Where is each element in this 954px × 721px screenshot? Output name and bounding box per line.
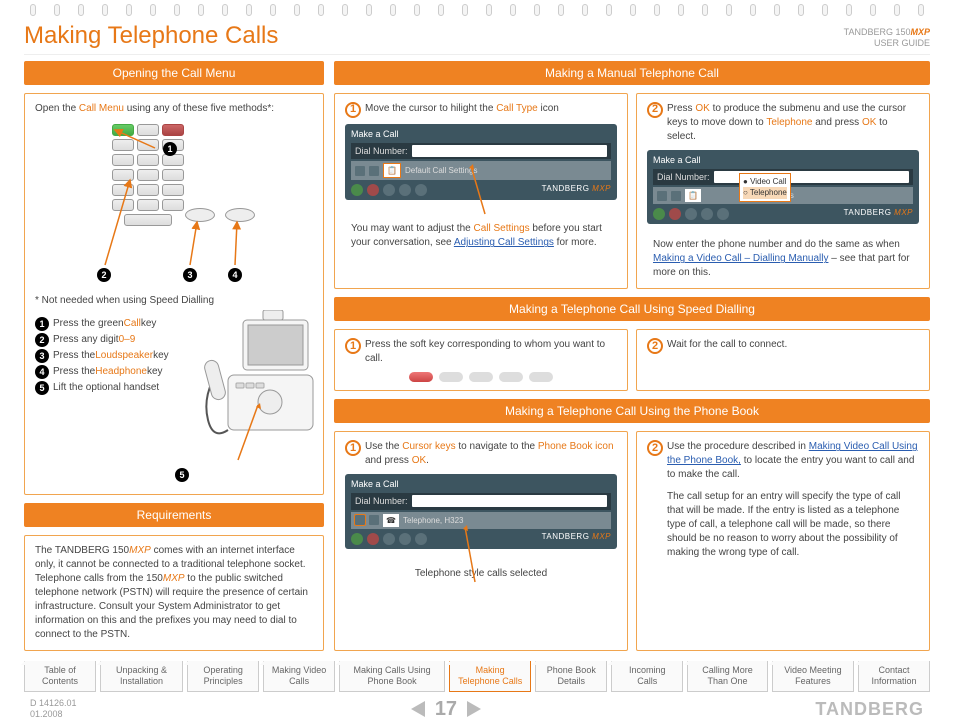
requirements-box: The TANDBERG 150MXP comes with an intern… xyxy=(24,535,324,651)
section-phone-book: Making a Telephone Call Using the Phone … xyxy=(334,399,930,423)
tab-phonebook-details[interactable]: Phone Book Details xyxy=(535,661,607,692)
tab-toc[interactable]: Table of Contents xyxy=(24,661,96,692)
section-speed-dial: Making a Telephone Call Using Speed Dial… xyxy=(334,297,930,321)
manual-step-1: 1Move the cursor to hilight the Call Typ… xyxy=(334,93,628,289)
guide-label: TANDBERG 150MXP USER GUIDE xyxy=(844,27,930,50)
nav-tabs: Table of Contents Unpacking & Installati… xyxy=(24,661,930,692)
tab-unpacking[interactable]: Unpacking & Installation xyxy=(100,661,183,692)
page-number: 17 xyxy=(435,698,457,721)
tab-telephone-calls[interactable]: Making Telephone Calls xyxy=(449,661,531,692)
manual-step-2: 2Press OK to produce the submenu and use… xyxy=(636,93,930,289)
section-open-call-menu: Opening the Call Menu xyxy=(24,61,324,85)
speed-step-1: 1Press the soft key corresponding to who… xyxy=(334,329,628,391)
open-call-menu-box: Open the Call Menu using any of these fi… xyxy=(24,93,324,495)
call-screen-1: Make a Call Dial Number: 📋Default Call S… xyxy=(345,124,617,200)
caption-telephone-selected: Telephone style calls selected xyxy=(345,567,617,581)
next-page-arrow[interactable] xyxy=(467,701,481,717)
tab-contact[interactable]: Contact Information xyxy=(858,661,930,692)
tab-operating[interactable]: Operating Principles xyxy=(187,661,259,692)
section-requirements: Requirements xyxy=(24,503,324,527)
keypad-diagram: 1 2 3 4 xyxy=(35,120,313,290)
tab-calling-more[interactable]: Calling More Than One xyxy=(687,661,767,692)
prev-page-arrow[interactable] xyxy=(411,701,425,717)
tab-video-calls[interactable]: Making Video Calls xyxy=(263,661,335,692)
tab-calls-phonebook[interactable]: Making Calls Using Phone Book xyxy=(339,661,445,692)
doc-id: D 14126.01 01.2008 xyxy=(30,698,77,721)
link-video-call-manual[interactable]: Making a Video Call – Dialling Manually xyxy=(653,253,828,264)
tab-incoming[interactable]: Incoming Calls xyxy=(611,661,683,692)
spiral-binding xyxy=(30,4,924,18)
brand-logo: TANDBERG xyxy=(815,699,924,720)
call-screen-2: Make a Call Dial Number: 📋 ● Video Call … xyxy=(647,150,919,224)
soft-keys-diagram xyxy=(345,372,617,382)
call-screen-3: Make a Call Dial Number: ☎Telephone, H32… xyxy=(345,474,617,548)
link-adjusting-call-settings[interactable]: Adjusting Call Settings xyxy=(454,237,554,248)
device-illustration xyxy=(198,310,318,470)
section-manual-call: Making a Manual Telephone Call xyxy=(334,61,930,85)
phonebook-step-1: 1Use the Cursor keys to navigate to the … xyxy=(334,431,628,651)
speed-dial-note: * Not needed when using Speed Dialling xyxy=(35,294,313,308)
speed-step-2: 2Wait for the call to connect. xyxy=(636,329,930,391)
phonebook-step-2: 2Use the procedure described in Making V… xyxy=(636,431,930,651)
page-title: Making Telephone Calls xyxy=(24,22,278,50)
tab-meeting-features[interactable]: Video Meeting Features xyxy=(772,661,854,692)
